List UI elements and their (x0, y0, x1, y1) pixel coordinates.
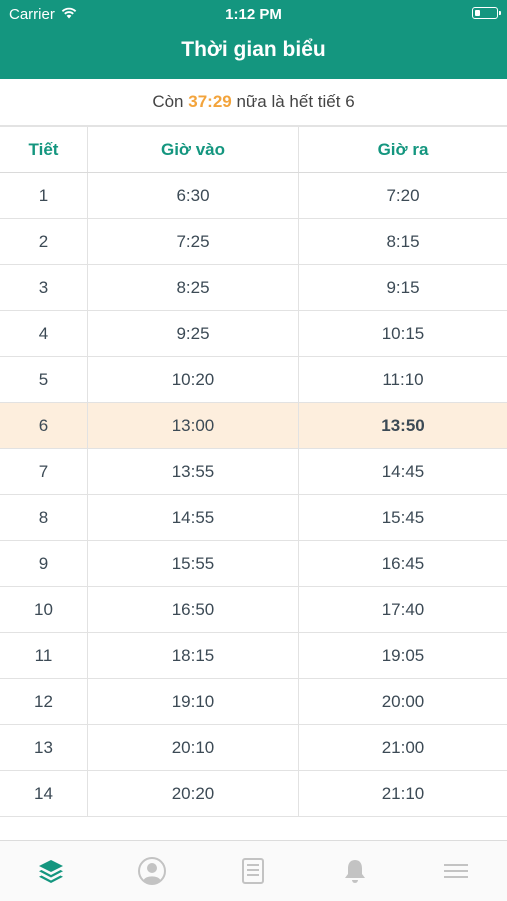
period-cell: 2 (0, 219, 88, 264)
table-row[interactable]: 1 6:30 7:20 (0, 173, 507, 219)
layers-icon (38, 860, 63, 883)
start-time-cell: 20:10 (88, 725, 299, 770)
notes-icon (242, 858, 265, 884)
tab-notifications[interactable] (325, 841, 385, 901)
start-time-cell: 10:20 (88, 357, 299, 402)
table-row[interactable]: 4 9:25 10:15 (0, 311, 507, 357)
column-header-start: Giờ vào (88, 127, 299, 172)
column-header-period: Tiết (0, 127, 88, 172)
menu-icon (444, 864, 469, 878)
start-time-cell: 19:10 (88, 679, 299, 724)
period-cell: 4 (0, 311, 88, 356)
start-time-cell: 18:15 (88, 633, 299, 678)
tab-schedule[interactable] (21, 841, 81, 901)
table-row[interactable]: 8 14:55 15:45 (0, 495, 507, 541)
period-cell: 7 (0, 449, 88, 494)
end-time-cell: 13:50 (381, 415, 425, 435)
end-time-cell: 15:45 (381, 507, 425, 527)
column-header-end: Giờ ra (377, 139, 429, 159)
end-time-cell: 16:45 (381, 553, 425, 573)
period-cell: 8 (0, 495, 88, 540)
end-time-cell: 19:05 (381, 645, 425, 665)
table-row[interactable]: 14 20:20 21:10 (0, 771, 507, 817)
period-cell: 3 (0, 265, 88, 310)
schedule-table[interactable]: Tiết Giờ vào Giờ ra 1 6:30 7:20 2 7:25 8:15 3 8… (0, 127, 507, 840)
table-row[interactable]: 3 8:25 9:15 (0, 265, 507, 311)
table-row[interactable]: 7 13:55 14:45 (0, 449, 507, 495)
table-row[interactable]: 9 15:55 16:45 (0, 541, 507, 587)
table-row[interactable]: 13 20:10 21:00 (0, 725, 507, 771)
start-time-cell: 13:55 (88, 449, 299, 494)
end-time-cell: 14:45 (381, 461, 425, 481)
countdown-time: 37:29 (188, 92, 232, 111)
countdown-prefix: Còn (152, 92, 184, 111)
period-cell: 14 (0, 771, 88, 816)
tab-menu[interactable] (426, 841, 486, 901)
table-row[interactable]: 12 19:10 20:00 (0, 679, 507, 725)
bell-icon (344, 860, 365, 883)
user-icon (138, 857, 167, 885)
end-time-cell: 9:15 (386, 277, 420, 297)
tab-notes[interactable] (223, 841, 283, 901)
period-cell: 6 (0, 403, 88, 448)
period-cell: 1 (0, 173, 88, 218)
end-time-cell: 10:15 (381, 323, 425, 343)
end-time-cell: 11:10 (382, 369, 424, 389)
countdown-banner: Còn 37:29 nữa là hết tiết 6 (0, 79, 507, 127)
table-header-row: Tiết Giờ vào Giờ ra (0, 127, 507, 173)
status-time: 1:12 PM (225, 6, 282, 23)
period-cell: 10 (0, 587, 88, 632)
start-time-cell: 15:55 (88, 541, 299, 586)
app-header: Carrier 1:12 PM Thời gian biểu (0, 0, 507, 79)
period-cell: 12 (0, 679, 88, 724)
start-time-cell: 20:20 (88, 771, 299, 816)
table-row[interactable]: 6 13:00 13:50 (0, 403, 507, 449)
end-time-cell: 17:40 (381, 599, 425, 619)
period-cell: 9 (0, 541, 88, 586)
end-time-cell: 7:20 (386, 185, 420, 205)
table-row[interactable]: 5 10:20 11:10 (0, 357, 507, 403)
table-row[interactable]: 11 18:15 19:05 (0, 633, 507, 679)
status-bar: Carrier 1:12 PM (0, 0, 507, 28)
battery-icon (472, 7, 501, 19)
period-cell: 11 (0, 633, 88, 678)
start-time-cell: 13:00 (88, 403, 299, 448)
end-time-cell: 20:00 (381, 691, 425, 711)
table-row[interactable]: 2 7:25 8:15 (0, 219, 507, 265)
tab-bar (0, 840, 507, 901)
end-time-cell: 8:15 (386, 231, 420, 251)
start-time-cell: 16:50 (88, 587, 299, 632)
start-time-cell: 14:55 (88, 495, 299, 540)
page-title: Thời gian biểu (181, 38, 326, 61)
tab-profile[interactable] (122, 841, 182, 901)
end-time-cell: 21:00 (381, 737, 425, 757)
start-time-cell: 9:25 (88, 311, 299, 356)
table-row[interactable]: 10 16:50 17:40 (0, 587, 507, 633)
start-time-cell: 8:25 (88, 265, 299, 310)
start-time-cell: 6:30 (88, 173, 299, 218)
start-time-cell: 7:25 (88, 219, 299, 264)
countdown-suffix: nữa là hết tiết 6 (236, 92, 355, 111)
period-cell: 13 (0, 725, 88, 770)
period-cell: 5 (0, 357, 88, 402)
end-time-cell: 21:10 (381, 783, 425, 803)
